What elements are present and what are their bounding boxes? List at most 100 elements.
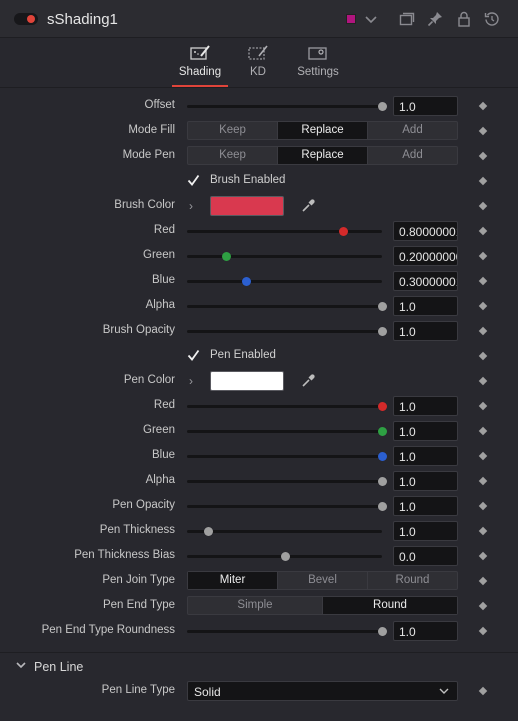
keyframe-icon[interactable] [478,601,488,611]
slider-knob[interactable] [378,402,387,411]
slider-knob[interactable] [378,327,387,336]
blue-slider[interactable] [187,277,382,286]
slider-knob[interactable] [222,252,231,261]
chevron-down-icon[interactable] [362,11,380,29]
keyframe-icon[interactable] [478,686,488,696]
keyframe-icon[interactable] [478,451,488,461]
mode-fill-option-replace[interactable]: Replace [278,122,368,139]
keyframe-icon[interactable] [478,626,488,636]
brush-enabled-checkbox[interactable] [187,174,200,187]
offset-slider[interactable] [187,102,387,111]
tab-settings[interactable]: Settings [292,38,344,88]
pen-join-option-miter[interactable]: Miter [188,572,278,589]
brush-color-swatch[interactable] [210,196,284,216]
keyframe-icon[interactable] [478,551,488,561]
keyframe-icon[interactable] [478,226,488,236]
mode-pen-option-add[interactable]: Add [368,147,457,164]
mode-fill-option-keep[interactable]: Keep [188,122,278,139]
slider-knob[interactable] [378,627,387,636]
slider-knob[interactable] [378,452,387,461]
pen-green-slider[interactable] [187,427,387,436]
keyframe-icon[interactable] [478,351,488,361]
pen-join-option-round[interactable]: Round [368,572,457,589]
mode-pen-option-keep[interactable]: Keep [188,147,278,164]
pen-end-option-round[interactable]: Round [323,597,457,614]
node-color-swatch[interactable] [346,14,356,24]
mode-fill-label: Mode Fill [128,124,175,136]
pen-thickness-slider[interactable] [187,527,382,536]
slider-knob[interactable] [378,302,387,311]
pen-blue-value-field[interactable]: 1.0 [393,446,458,466]
keyframe-icon[interactable] [478,151,488,161]
chevron-right-icon[interactable]: › [189,374,193,388]
eyedropper-icon[interactable] [300,373,316,389]
pen-end-option-simple[interactable]: Simple [188,597,323,614]
alpha-value-field[interactable]: 1.0 [393,296,458,316]
keyframe-icon[interactable] [478,126,488,136]
tab-kd[interactable]: KD [240,38,276,88]
pen-thickness-bias-value-field[interactable]: 0.0 [393,546,458,566]
offset-value-field[interactable]: 1.0 [393,96,458,116]
keyframe-icon[interactable] [478,476,488,486]
reset-icon[interactable] [483,10,501,28]
pen-thickness-value-field[interactable]: 1.0 [393,521,458,541]
pen-end-type-roundness-slider[interactable] [187,627,387,636]
node-enable-toggle[interactable] [14,13,38,25]
slider-knob[interactable] [241,277,251,286]
green-slider[interactable] [187,252,382,261]
keyframe-icon[interactable] [478,201,488,211]
keyframe-icon[interactable] [478,301,488,311]
blue-value-field[interactable]: 0.3000000119 [393,271,458,291]
pen-red-slider[interactable] [187,402,387,411]
alpha-slider[interactable] [187,302,387,311]
chevron-right-icon[interactable]: › [189,199,193,213]
pen-color-swatch[interactable] [210,371,284,391]
keyframe-icon[interactable] [478,401,488,411]
pen-thickness-bias-slider[interactable] [187,552,382,561]
keyframe-icon[interactable] [478,326,488,336]
slider-knob[interactable] [378,477,387,486]
brush-opacity-slider[interactable] [187,327,387,336]
pen-line-type-dropdown[interactable]: Solid [187,681,458,701]
keyframe-icon[interactable] [478,101,488,111]
pen-line-section-header[interactable]: Pen Line [0,652,518,680]
inspector-tabs: Shading KD Settings [0,38,518,88]
brush-opacity-value-field[interactable]: 1.0 [393,321,458,341]
pen-end-type-roundness-value-field[interactable]: 1.0 [393,621,458,641]
chevron-down-icon[interactable] [15,659,27,671]
pen-opacity-slider[interactable] [187,502,387,511]
lock-icon[interactable] [455,10,473,28]
mode-pen-option-replace[interactable]: Replace [278,147,368,164]
keyframe-icon[interactable] [478,576,488,586]
keyframe-icon[interactable] [478,376,488,386]
pen-red-value-field[interactable]: 1.0 [393,396,458,416]
versions-icon[interactable] [398,10,416,28]
pen-alpha-slider[interactable] [187,477,387,486]
red-slider[interactable] [187,227,382,236]
slider-knob[interactable] [204,527,214,536]
pen-enabled-checkbox[interactable] [187,349,200,362]
keyframe-icon[interactable] [478,176,488,186]
keyframe-icon[interactable] [478,276,488,286]
red-value-field[interactable]: 0.8000000119 [393,221,458,241]
pen-join-option-bevel[interactable]: Bevel [278,572,368,589]
tab-shading[interactable]: Shading [172,38,228,88]
keyframe-icon[interactable] [478,426,488,436]
pen-opacity-value-field[interactable]: 1.0 [393,496,458,516]
green-value-field[interactable]: 0.2000000030 [393,246,458,266]
slider-knob[interactable] [378,102,387,111]
pen-green-value-field[interactable]: 1.0 [393,421,458,441]
mode-fill-selector: Keep Replace Add [187,121,458,140]
slider-knob[interactable] [378,502,387,511]
pin-icon[interactable] [426,10,444,28]
mode-fill-option-add[interactable]: Add [368,122,457,139]
keyframe-icon[interactable] [478,526,488,536]
slider-knob[interactable] [378,427,387,436]
pen-blue-slider[interactable] [187,452,387,461]
eyedropper-icon[interactable] [300,198,316,214]
pen-alpha-value-field[interactable]: 1.0 [393,471,458,491]
keyframe-icon[interactable] [478,251,488,261]
slider-knob[interactable] [339,227,348,236]
slider-knob[interactable] [280,552,290,561]
keyframe-icon[interactable] [478,501,488,511]
